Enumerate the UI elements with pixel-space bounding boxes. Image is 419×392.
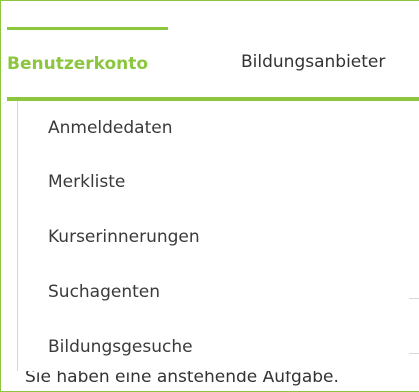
menu-item-anmeldedaten[interactable]: Anmeldedaten bbox=[48, 118, 173, 138]
background-divider bbox=[409, 353, 419, 354]
account-dropdown-menu: Anmeldedaten Merkliste Kurserinnerungen … bbox=[17, 101, 419, 371]
menu-item-merkliste[interactable]: Merkliste bbox=[48, 172, 125, 192]
account-tab-bar: Benutzerkonto Bildungsanbieter bbox=[7, 27, 419, 101]
tab-bildungsanbieter[interactable]: Bildungsanbieter bbox=[241, 27, 385, 97]
menu-item-suchagenten[interactable]: Suchagenten bbox=[48, 282, 160, 302]
tab-benutzerkonto[interactable]: Benutzerkonto bbox=[7, 27, 168, 97]
background-divider bbox=[409, 298, 419, 299]
menu-item-bildungsgesuche[interactable]: Bildungsgesuche bbox=[48, 337, 193, 357]
menu-item-kurserinnerungen[interactable]: Kurserinnerungen bbox=[48, 227, 200, 247]
